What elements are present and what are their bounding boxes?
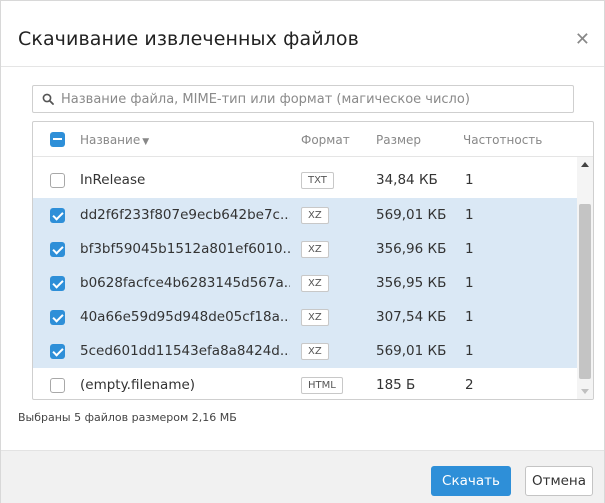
table-scrollbar[interactable]: [577, 157, 593, 399]
download-button[interactable]: Скачать: [431, 466, 511, 496]
column-header-name-label: Название: [80, 133, 141, 147]
table-row[interactable]: bf3bf59045b1512a801ef6010... XZ 356,96 К…: [33, 232, 579, 266]
scroll-up-arrow-icon[interactable]: [581, 162, 589, 167]
file-frequency: 1: [465, 172, 474, 188]
sort-desc-icon: ▼: [142, 137, 150, 147]
table-row[interactable]: dd2f6f233f807e9ecb642be7c... XZ 569,01 К…: [33, 198, 579, 232]
search-icon: [42, 93, 54, 105]
scrollbar-thumb[interactable]: [579, 204, 591, 379]
column-header-format: Формат: [301, 133, 350, 147]
file-frequency: 2: [465, 377, 474, 393]
row-checkbox[interactable]: [50, 173, 65, 188]
table-row[interactable]: b0628facfce4b6283145d567a... XZ 356,95 К…: [33, 266, 579, 300]
row-checkbox[interactable]: [50, 310, 65, 325]
file-frequency: 1: [465, 241, 474, 257]
search-input[interactable]: [61, 86, 566, 112]
row-checkbox[interactable]: [50, 344, 65, 359]
file-size: 307,54 КБ: [376, 309, 447, 325]
file-frequency: 1: [465, 309, 474, 325]
table-header: Название ▼ Формат Размер Частотность: [33, 122, 593, 157]
file-name: dd2f6f233f807e9ecb642be7c...: [80, 207, 290, 223]
dialog-title: Скачивание извлеченных файлов: [18, 28, 359, 50]
file-name: (empty.filename): [80, 377, 196, 393]
format-badge: XZ: [301, 309, 329, 326]
format-badge: XZ: [301, 207, 329, 224]
format-badge: TXT: [301, 172, 334, 189]
row-checkbox[interactable]: [50, 276, 65, 291]
file-frequency: 1: [465, 275, 474, 291]
file-size: 185 Б: [376, 377, 416, 393]
format-badge: HTML: [301, 377, 343, 394]
cancel-button[interactable]: Отмена: [525, 466, 593, 496]
file-name: InRelease: [80, 172, 146, 188]
file-name: bf3bf59045b1512a801ef6010...: [80, 241, 290, 257]
dialog-header: Скачивание извлеченных файлов ✕: [1, 1, 604, 67]
file-size: 356,96 КБ: [376, 241, 447, 257]
file-name: 40a66e59d95d948de05cf18a...: [80, 309, 290, 325]
format-badge: XZ: [301, 343, 329, 360]
scroll-down-arrow-icon[interactable]: [581, 389, 589, 394]
row-checkbox[interactable]: [50, 208, 65, 223]
selection-summary: Выбраны 5 файлов размером 2,16 МБ: [18, 411, 237, 424]
format-badge: XZ: [301, 275, 329, 292]
search-box: [32, 85, 574, 113]
file-name: 5ced601dd11543efa8a8424d...: [80, 343, 290, 359]
table-row[interactable]: 5ced601dd11543efa8a8424d... XZ 569,01 КБ…: [33, 334, 579, 368]
column-header-frequency: Частотность: [463, 133, 543, 147]
file-size: 356,95 КБ: [376, 275, 447, 291]
file-frequency: 1: [465, 343, 474, 359]
files-table: Название ▼ Формат Размер Частотность InRe…: [32, 121, 594, 400]
table-row[interactable]: InRelease TXT 34,84 КБ 1: [33, 163, 579, 197]
select-all-checkbox[interactable]: [50, 132, 65, 147]
file-size: 569,01 КБ: [376, 343, 447, 359]
column-header-size: Размер: [376, 133, 422, 147]
file-size: 34,84 КБ: [376, 172, 438, 188]
file-frequency: 1: [465, 207, 474, 223]
download-extracted-files-dialog: Скачивание извлеченных файлов ✕ Название…: [0, 0, 605, 503]
close-icon[interactable]: ✕: [575, 30, 590, 48]
table-row[interactable]: (empty.filename) HTML 185 Б 2: [33, 368, 579, 399]
file-name: b0628facfce4b6283145d567a...: [80, 275, 290, 291]
dialog-footer: Скачать Отмена: [1, 450, 604, 503]
file-size: 569,01 КБ: [376, 207, 447, 223]
table-row[interactable]: 40a66e59d95d948de05cf18a... XZ 307,54 КБ…: [33, 300, 579, 334]
column-header-name[interactable]: Название ▼: [80, 133, 149, 147]
row-checkbox[interactable]: [50, 242, 65, 257]
format-badge: XZ: [301, 241, 329, 258]
row-checkbox[interactable]: [50, 378, 65, 393]
